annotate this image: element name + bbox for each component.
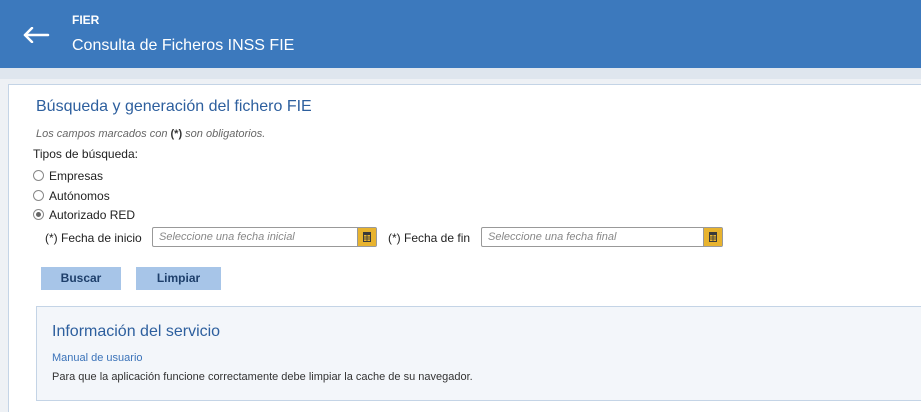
cache-note: Para que la aplicación funcione correcta… bbox=[52, 371, 473, 383]
radio-empresas[interactable]: Empresas bbox=[33, 169, 103, 183]
search-form-panel: Búsqueda y generación del fichero FIE Lo… bbox=[8, 84, 921, 412]
app-header: FIER Consulta de Ficheros INSS FIE bbox=[0, 0, 921, 68]
page-subtitle: Consulta de Ficheros INSS FIE bbox=[72, 37, 295, 54]
end-date-input[interactable] bbox=[482, 228, 704, 246]
app-name: FIER bbox=[72, 13, 100, 27]
start-date-label: (*) Fecha de inicio bbox=[45, 231, 142, 245]
header-separator bbox=[0, 68, 921, 79]
radio-label: Autónomos bbox=[49, 189, 110, 203]
required-note-prefix: Los campos marcados con bbox=[36, 128, 171, 140]
radio-button[interactable] bbox=[33, 190, 44, 201]
radio-label: Empresas bbox=[49, 169, 104, 183]
required-mark: (*) bbox=[170, 128, 183, 140]
radio-button-selected[interactable] bbox=[33, 209, 44, 220]
service-info-panel: Información del servicio Manual de usuar… bbox=[36, 306, 921, 401]
user-manual-link[interactable]: Manual de usuario bbox=[52, 352, 143, 364]
clear-button[interactable]: Limpiar bbox=[136, 267, 221, 290]
radio-autorizado-red[interactable]: Autorizado RED bbox=[33, 208, 135, 222]
start-date-field[interactable] bbox=[152, 227, 377, 247]
search-button[interactable]: Buscar bbox=[41, 267, 121, 290]
search-types-label: Tipos de búsqueda: bbox=[33, 147, 138, 161]
form-title: Búsqueda y generación del fichero FIE bbox=[36, 98, 312, 115]
arrow-left-icon[interactable] bbox=[22, 27, 50, 43]
service-info-title: Información del servicio bbox=[52, 323, 221, 340]
radio-button[interactable] bbox=[33, 170, 44, 181]
required-note-suffix: son obligatorios. bbox=[182, 128, 266, 140]
radio-autonomos[interactable]: Autónomos bbox=[33, 189, 110, 203]
calendar-icon[interactable] bbox=[357, 228, 376, 246]
calendar-icon[interactable] bbox=[703, 228, 722, 246]
end-date-field[interactable] bbox=[481, 227, 723, 247]
start-date-input[interactable] bbox=[153, 228, 358, 246]
radio-label: Autorizado RED bbox=[49, 208, 136, 222]
end-date-label: (*) Fecha de fin bbox=[388, 231, 471, 245]
required-note: Los campos marcados con (*) son obligato… bbox=[36, 128, 265, 140]
